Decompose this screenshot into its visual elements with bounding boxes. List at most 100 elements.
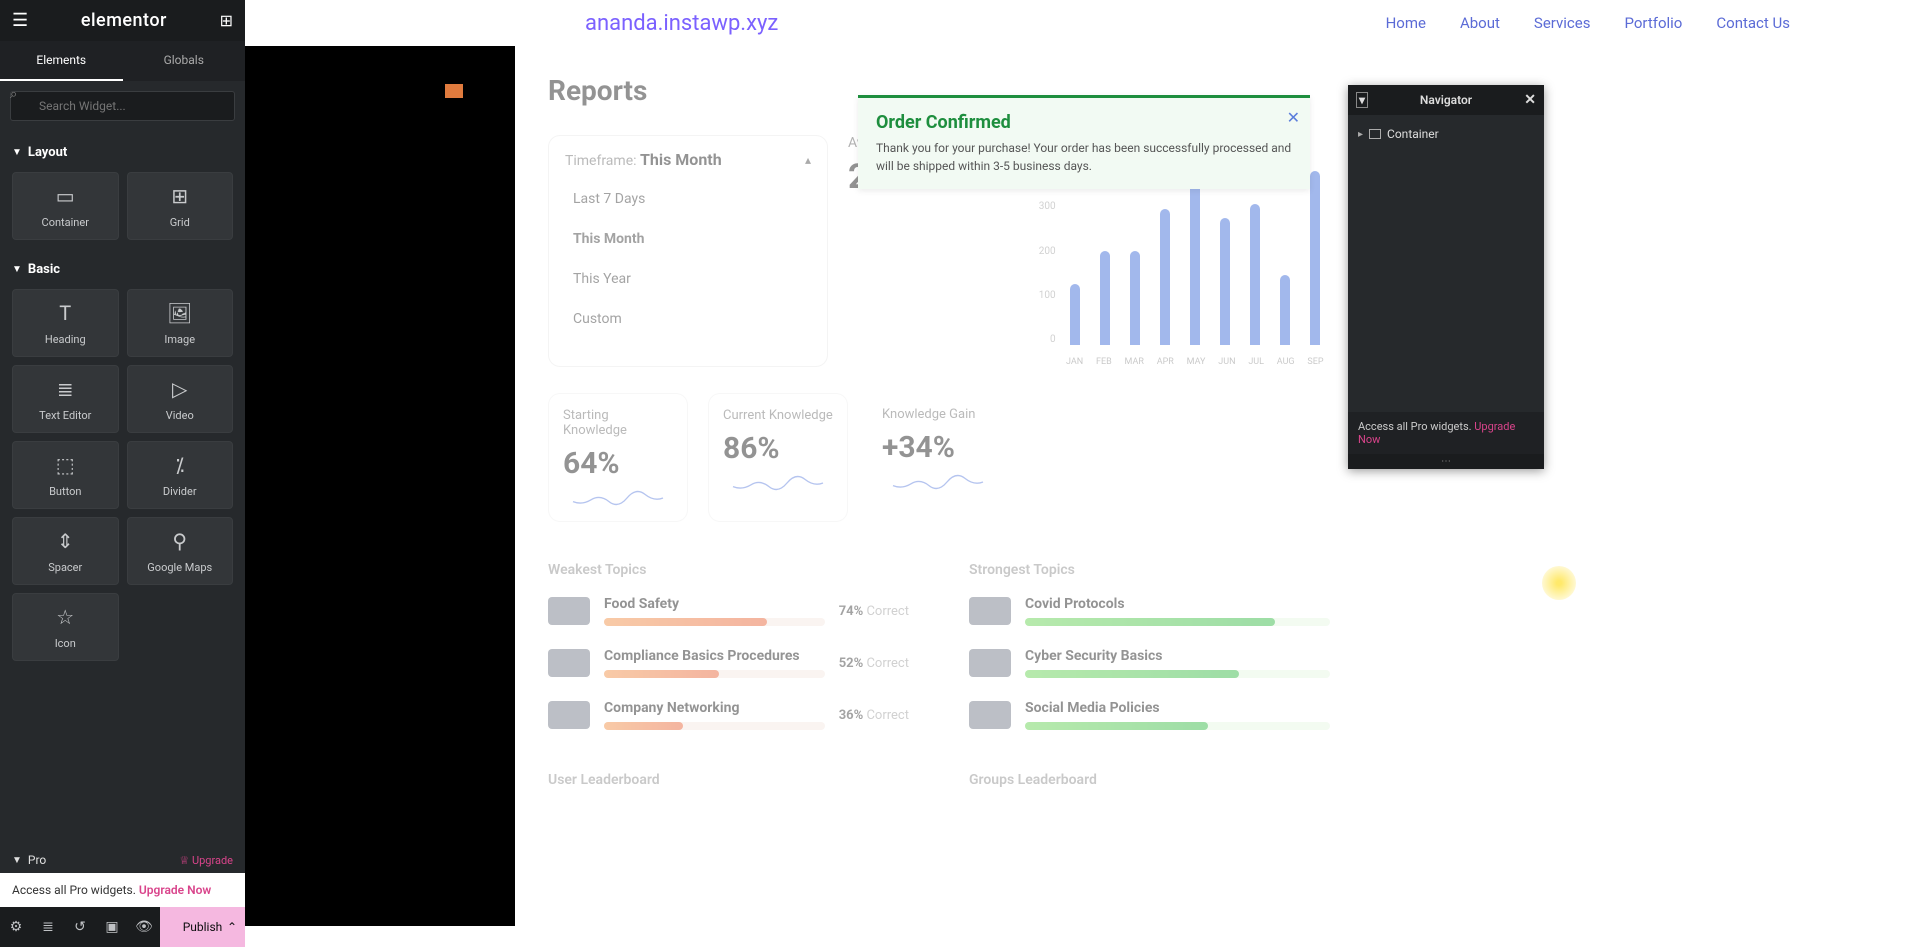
timeframe-option[interactable]: This Month xyxy=(565,219,811,259)
widget-grid[interactable]: ⊞ Grid xyxy=(127,172,234,240)
caret-down-icon: ▼ xyxy=(12,264,22,275)
canvas-dark-strip xyxy=(245,46,515,926)
text-editor-icon: ≣ xyxy=(57,377,74,401)
topic-row: Cyber Security Basics xyxy=(969,648,1330,678)
panel-header: ☰ elementor ⊞ xyxy=(0,0,245,41)
widget-text-editor[interactable]: ≣Text Editor xyxy=(12,365,119,433)
topic-thumb xyxy=(548,701,590,729)
topic-row: Food Safety 74% Correct xyxy=(548,596,909,626)
map-icon: ⚲ xyxy=(172,529,187,553)
video-icon: ▷ xyxy=(172,377,187,401)
knowledge-card-current: Current Knowledge 86% xyxy=(708,393,848,522)
tab-elements[interactable]: Elements xyxy=(0,41,123,81)
widget-icon[interactable]: ☆Icon xyxy=(12,593,119,661)
widget-spacer[interactable]: ⇕Spacer xyxy=(12,517,119,585)
nav-services[interactable]: Services xyxy=(1534,14,1591,32)
search-wrap xyxy=(0,81,245,131)
widget-divider[interactable]: ⁒Divider xyxy=(127,441,234,509)
knowledge-card-gain: Knowledge Gain +34% xyxy=(868,393,1008,522)
nav-portfolio[interactable]: Portfolio xyxy=(1624,14,1682,32)
timeframe-option[interactable]: Last 7 Days xyxy=(565,179,811,219)
container-icon xyxy=(1369,129,1381,139)
promo-bar: Access all Pro widgets. Upgrade Now xyxy=(0,873,245,907)
app-logo-icon xyxy=(445,84,463,98)
topic-row: Company Networking 36% Correct xyxy=(548,700,909,730)
grid-icon: ⊞ xyxy=(171,184,188,208)
strongest-topics: Strongest Topics Covid Protocols Cyber S… xyxy=(969,562,1330,752)
image-icon: 🖼 xyxy=(167,301,192,325)
apps-grid-icon[interactable]: ⊞ xyxy=(220,11,233,30)
sparkline-icon xyxy=(723,474,833,492)
chevron-up-icon: ▴ xyxy=(805,153,811,167)
caret-down-icon: ▼ xyxy=(12,147,22,158)
topic-thumb xyxy=(548,597,590,625)
section-basic: ▼ Basic THeading 🖼Image ≣Text Editor ▷Vi… xyxy=(0,248,245,669)
navigator-footer: Access all Pro widgets. Upgrade Now xyxy=(1348,412,1544,454)
sparkline-icon xyxy=(882,473,994,491)
section-title: Layout xyxy=(28,145,67,160)
section-header-basic[interactable]: ▼ Basic xyxy=(12,256,233,283)
spacer-icon: ⇕ xyxy=(57,529,74,553)
section-header-layout[interactable]: ▼ Layout xyxy=(12,139,233,166)
button-icon: ⬚ xyxy=(56,453,75,477)
panel-footer: ⚙ ≣ ↺ ▣ 👁 Publish ⌃ xyxy=(0,907,245,947)
publish-button[interactable]: Publish ⌃ xyxy=(160,907,245,947)
preview-icon[interactable]: 👁 xyxy=(128,919,160,935)
caret-right-icon: ▸ xyxy=(1358,129,1363,140)
nav-about[interactable]: About xyxy=(1460,14,1500,32)
section-title: Basic xyxy=(28,262,60,277)
responsive-icon[interactable]: ▣ xyxy=(96,919,128,935)
toast-title: Order Confirmed xyxy=(876,112,1292,133)
upgrade-link[interactable]: ♕ Upgrade xyxy=(179,854,233,867)
order-confirmed-toast: ✕ Order Confirmed Thank you for your pur… xyxy=(858,95,1310,189)
elementor-logo: elementor xyxy=(81,10,167,31)
timeframe-option[interactable]: This Year xyxy=(565,259,811,299)
container-icon: ▭ xyxy=(56,184,75,208)
widget-button[interactable]: ⬚Button xyxy=(12,441,119,509)
panel-tabs: Elements Globals xyxy=(0,41,245,81)
pro-label: Pro xyxy=(28,853,46,867)
top-nav: Home About Services Portfolio Contact Us xyxy=(1386,14,1880,32)
timeframe-option[interactable]: Custom xyxy=(565,299,811,339)
widget-container[interactable]: ▭ Container xyxy=(12,172,119,240)
dock-icon[interactable]: ▾ xyxy=(1356,92,1368,108)
section-header-pro[interactable]: ▼ Pro ♕ Upgrade xyxy=(0,847,245,873)
settings-icon[interactable]: ⚙ xyxy=(0,919,32,935)
tab-globals[interactable]: Globals xyxy=(123,41,246,81)
widget-heading[interactable]: THeading xyxy=(12,289,119,357)
topic-row: Covid Protocols xyxy=(969,596,1330,626)
navigator-header[interactable]: ▾ Navigator ✕ xyxy=(1348,85,1544,115)
timeframe-header[interactable]: Timeframe: This Month ▴ xyxy=(565,150,811,169)
site-url: ananda.instawp.xyz xyxy=(585,11,778,36)
widget-video[interactable]: ▷Video xyxy=(127,365,234,433)
toast-message: Thank you for your purchase! Your order … xyxy=(876,139,1292,175)
close-icon[interactable]: ✕ xyxy=(1524,92,1536,108)
topic-row: Social Media Policies xyxy=(969,700,1330,730)
structure-icon[interactable]: ≣ xyxy=(32,919,64,935)
user-leaderboard-header: User Leaderboard xyxy=(548,772,909,788)
top-bar: ananda.instawp.xyz Home About Services P… xyxy=(245,0,1920,46)
navigator-item-container[interactable]: ▸ Container xyxy=(1356,123,1536,145)
cursor-highlight-icon xyxy=(1542,566,1576,600)
heading-icon: T xyxy=(59,301,71,325)
divider-icon: ⁒ xyxy=(175,453,184,477)
nav-contact[interactable]: Contact Us xyxy=(1716,14,1790,32)
section-layout: ▼ Layout ▭ Container ⊞ Grid xyxy=(0,131,245,248)
group-leaderboard-header: Groups Leaderboard xyxy=(969,772,1330,788)
search-input[interactable] xyxy=(10,91,235,121)
close-icon[interactable]: ✕ xyxy=(1287,108,1300,127)
topic-thumb xyxy=(969,649,1011,677)
resize-handle-icon[interactable]: ⋯ xyxy=(1348,454,1544,469)
widget-image[interactable]: 🖼Image xyxy=(127,289,234,357)
topic-row: Compliance Basics Procedures 52% Correct xyxy=(548,648,909,678)
star-icon: ☆ xyxy=(56,605,74,629)
nav-home[interactable]: Home xyxy=(1386,14,1426,32)
hamburger-icon[interactable]: ☰ xyxy=(12,10,28,31)
elementor-panel: ☰ elementor ⊞ Elements Globals ▼ Layout … xyxy=(0,0,245,947)
upgrade-now-link[interactable]: Upgrade Now xyxy=(139,883,211,897)
topic-thumb xyxy=(969,701,1011,729)
history-icon[interactable]: ↺ xyxy=(64,919,96,935)
chevron-up-icon[interactable]: ⌃ xyxy=(227,920,237,934)
sparkline-icon xyxy=(563,489,673,507)
widget-google-maps[interactable]: ⚲Google Maps xyxy=(127,517,234,585)
